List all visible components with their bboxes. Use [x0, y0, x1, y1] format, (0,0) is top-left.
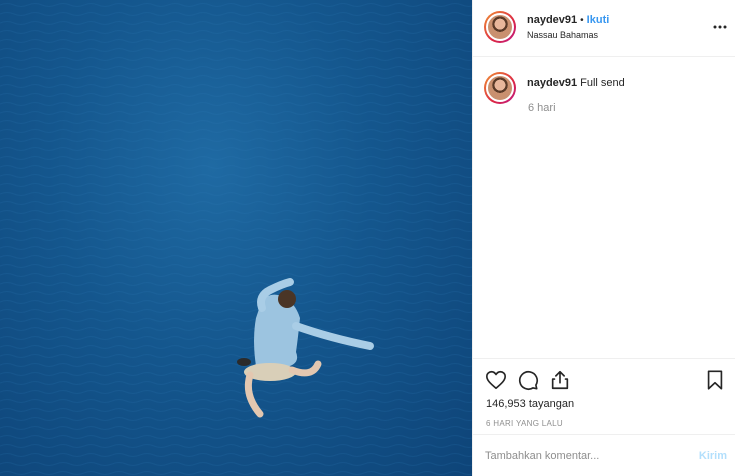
post-header: naydev91 • Ikuti Nassau Bahamas — [473, 0, 735, 57]
heart-icon[interactable] — [485, 369, 507, 391]
post-side-panel: naydev91 • Ikuti Nassau Bahamas naydev91 Fu… — [472, 0, 735, 476]
separator-dot: • — [580, 15, 584, 26]
comment-icon[interactable] — [517, 369, 539, 391]
share-icon[interactable] — [549, 369, 571, 391]
author-line: naydev91 • Ikuti — [527, 14, 609, 26]
caption-line: naydev91 Full send — [527, 77, 625, 89]
add-comment-section: Kirim — [473, 434, 735, 476]
caption-avatar[interactable] — [484, 72, 516, 104]
post-media-video[interactable] — [0, 0, 472, 476]
video-frame — [0, 0, 472, 476]
post-timestamp[interactable]: 6 HARI YANG LALU — [486, 419, 563, 428]
caption-username[interactable]: naydev91 — [527, 77, 577, 89]
caption-time[interactable]: 6 hari — [528, 102, 556, 114]
caption-text: Full send — [580, 77, 625, 89]
view-count[interactable]: 146,953 tayangan — [486, 398, 574, 410]
author-username[interactable]: naydev91 — [527, 14, 577, 26]
follow-button[interactable]: Ikuti — [587, 14, 610, 26]
comment-input[interactable] — [485, 447, 685, 465]
post-location[interactable]: Nassau Bahamas — [527, 30, 598, 40]
bookmark-icon[interactable] — [704, 369, 726, 391]
send-comment-button[interactable]: Kirim — [699, 450, 727, 462]
more-options-icon[interactable] — [713, 20, 727, 34]
author-avatar[interactable] — [484, 11, 516, 43]
